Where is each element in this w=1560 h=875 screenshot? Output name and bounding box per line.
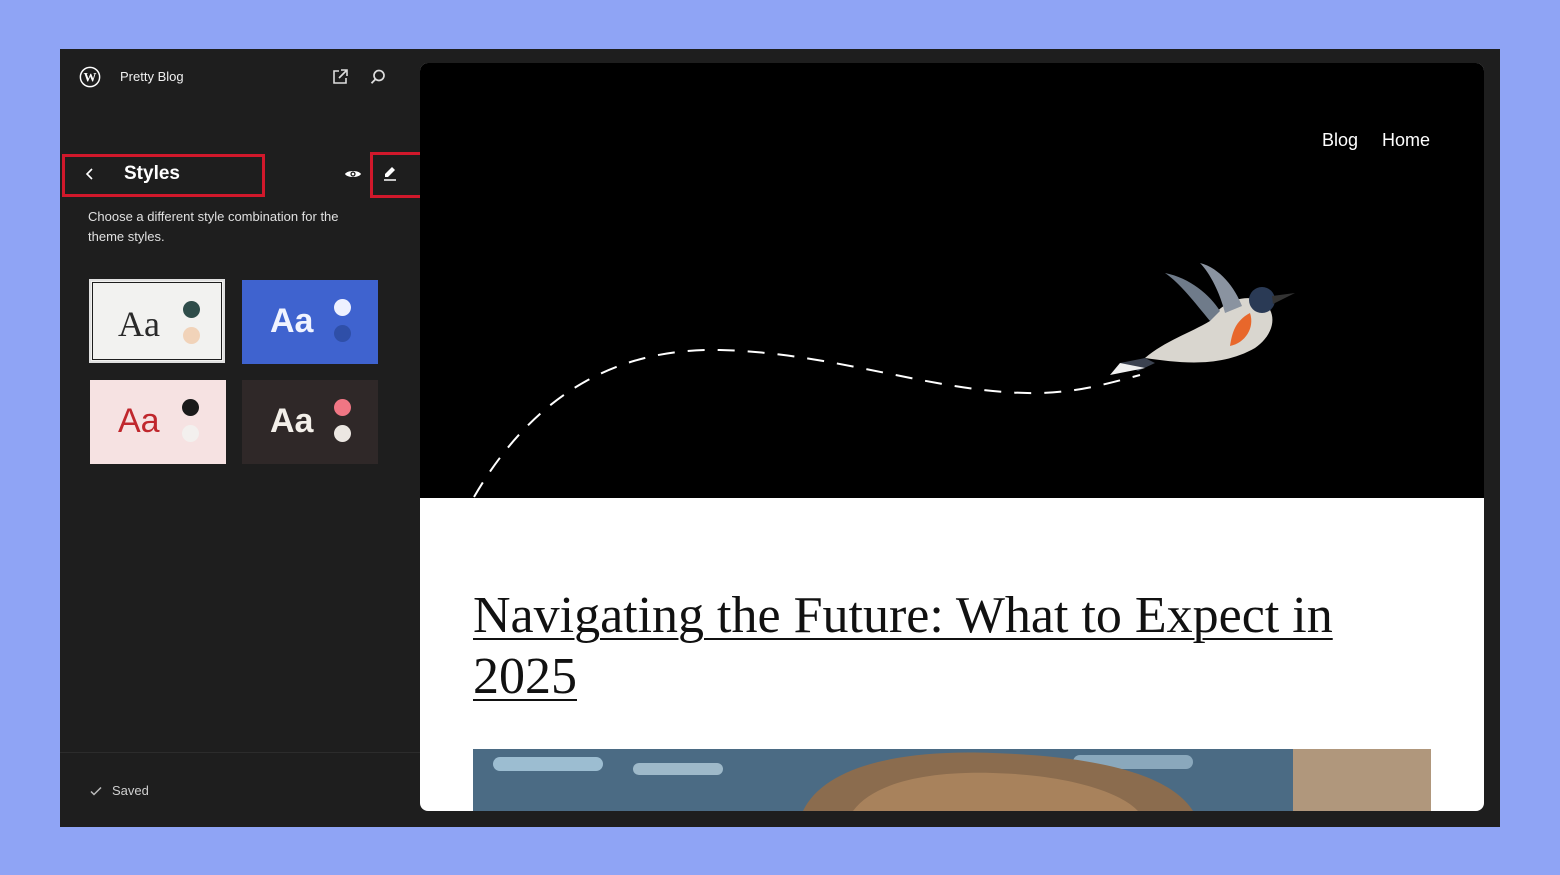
site-editor-window: W Pretty Blog Styles Choose a different … xyxy=(60,49,1500,827)
variation-color-dot xyxy=(334,399,351,416)
style-book-button[interactable] xyxy=(341,162,365,186)
wordpress-logo-icon[interactable]: W xyxy=(79,66,101,88)
post-title-link[interactable]: Navigating the Future: What to Expect in… xyxy=(473,585,1403,707)
eye-icon xyxy=(345,171,361,177)
view-site-button[interactable] xyxy=(328,65,352,89)
variation-color-dot xyxy=(334,325,351,342)
check-icon xyxy=(90,786,102,796)
featured-image xyxy=(473,749,1431,811)
style-variation-1[interactable]: Aa xyxy=(89,279,225,363)
style-variation-2[interactable]: Aa xyxy=(242,280,378,364)
variation-typography-sample: Aa xyxy=(270,402,314,440)
external-link-icon xyxy=(333,69,348,84)
hero-bird-illustration xyxy=(473,263,1295,498)
variation-color-dot xyxy=(182,425,199,442)
variation-color-dot xyxy=(334,425,351,442)
variation-typography-sample: Aa xyxy=(118,304,160,344)
styles-sidebar: W Pretty Blog Styles Choose a different … xyxy=(60,49,443,827)
variation-color-dot xyxy=(183,327,200,344)
variation-typography-sample: Aa xyxy=(270,302,314,340)
style-variation-4[interactable]: Aa xyxy=(242,380,378,464)
hero-header: Blog Home xyxy=(420,63,1484,498)
highlight-box-styles-header xyxy=(62,154,265,197)
svg-text:W: W xyxy=(84,71,97,85)
panel-description: Choose a different style combination for… xyxy=(88,209,339,244)
editor-canvas[interactable]: Blog Home Navigating the Future: What to… xyxy=(420,63,1484,811)
search-button[interactable] xyxy=(366,65,390,89)
style-variation-3[interactable]: Aa xyxy=(90,380,226,464)
footer-divider xyxy=(60,752,420,753)
variation-color-dot xyxy=(182,399,199,416)
save-status: Saved xyxy=(112,783,149,798)
variation-typography-sample: Aa xyxy=(118,402,160,440)
variation-color-dot xyxy=(334,299,351,316)
site-title[interactable]: Pretty Blog xyxy=(120,69,184,84)
featured-image-graphic xyxy=(473,749,1431,811)
flight-path-dashed-line xyxy=(473,348,1141,498)
search-icon xyxy=(370,69,385,84)
variation-color-dot xyxy=(183,301,200,318)
bird-icon xyxy=(1110,263,1295,375)
